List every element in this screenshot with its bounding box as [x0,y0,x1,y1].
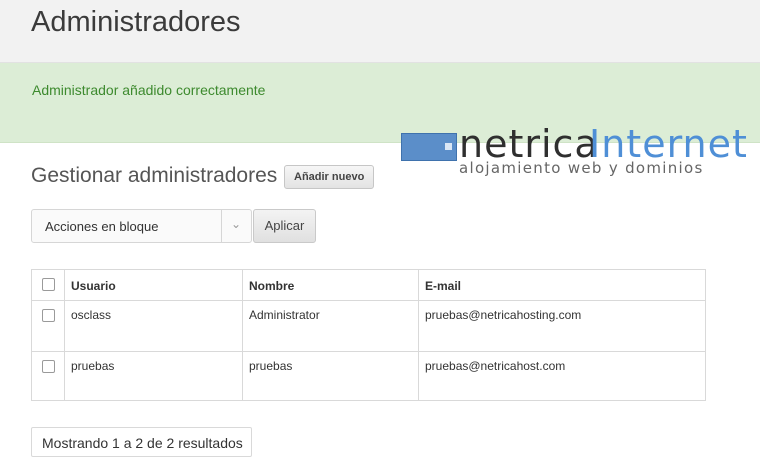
email-value: pruebas@netricahost.com [425,359,566,373]
usuario-value: pruebas [71,359,115,373]
chevron-down-icon: ⌄ [231,217,242,231]
table-header-row: Usuario Nombre E-mail [32,270,705,301]
row-checkbox[interactable] [42,360,55,373]
header-nombre: Nombre [249,279,295,293]
table-row: pruebas pruebas pruebas@netricahost.com [32,352,705,401]
header-cell-usuario: Usuario [65,270,243,300]
netrica-logo: netrica Internet alojamiento web y domin… [401,122,747,178]
usuario-value: osclass [71,308,112,322]
cell-usuario: osclass [65,301,243,351]
cell-email: pruebas@netricahost.com [419,352,705,401]
page-header: Administradores [0,0,760,63]
cell-nombre: Administrator [243,301,419,351]
bulk-actions-selected: Acciones en bloque [45,219,159,234]
select-all-checkbox[interactable] [42,278,55,291]
select-divider [221,210,222,242]
header-checkbox-cell [32,270,65,300]
header-cell-nombre: Nombre [243,270,419,300]
row-checkbox[interactable] [42,309,55,322]
header-cell-email: E-mail [419,270,705,300]
header-email: E-mail [425,279,462,293]
cell-email: pruebas@netricahosting.com [419,301,705,351]
apply-button[interactable]: Aplicar [253,209,316,243]
page-title: Administradores [31,6,241,38]
header-usuario: Usuario [71,279,116,293]
success-message: Administrador añadido correctamente [32,82,266,98]
nombre-value: pruebas [249,359,293,373]
bulk-actions-select[interactable]: Acciones en bloque ⌄ [31,209,252,243]
add-new-button[interactable]: Añadir nuevo [284,165,375,189]
section-title: Gestionar administradores [31,164,278,187]
logo-mark-icon [401,133,457,161]
admins-table: Usuario Nombre E-mail osclass Administra… [31,269,706,401]
nombre-value: Administrator [249,308,320,322]
pagination-summary: Mostrando 1 a 2 de 2 resultados [31,427,252,457]
email-value: pruebas@netricahosting.com [425,308,582,322]
row-checkbox-cell [32,352,65,401]
cell-nombre: pruebas [243,352,419,401]
logo-tagline: alojamiento web y dominios [459,159,704,177]
row-checkbox-cell [32,301,65,351]
table-row: osclass Administrator pruebas@netricahos… [32,301,705,352]
cell-usuario: pruebas [65,352,243,401]
